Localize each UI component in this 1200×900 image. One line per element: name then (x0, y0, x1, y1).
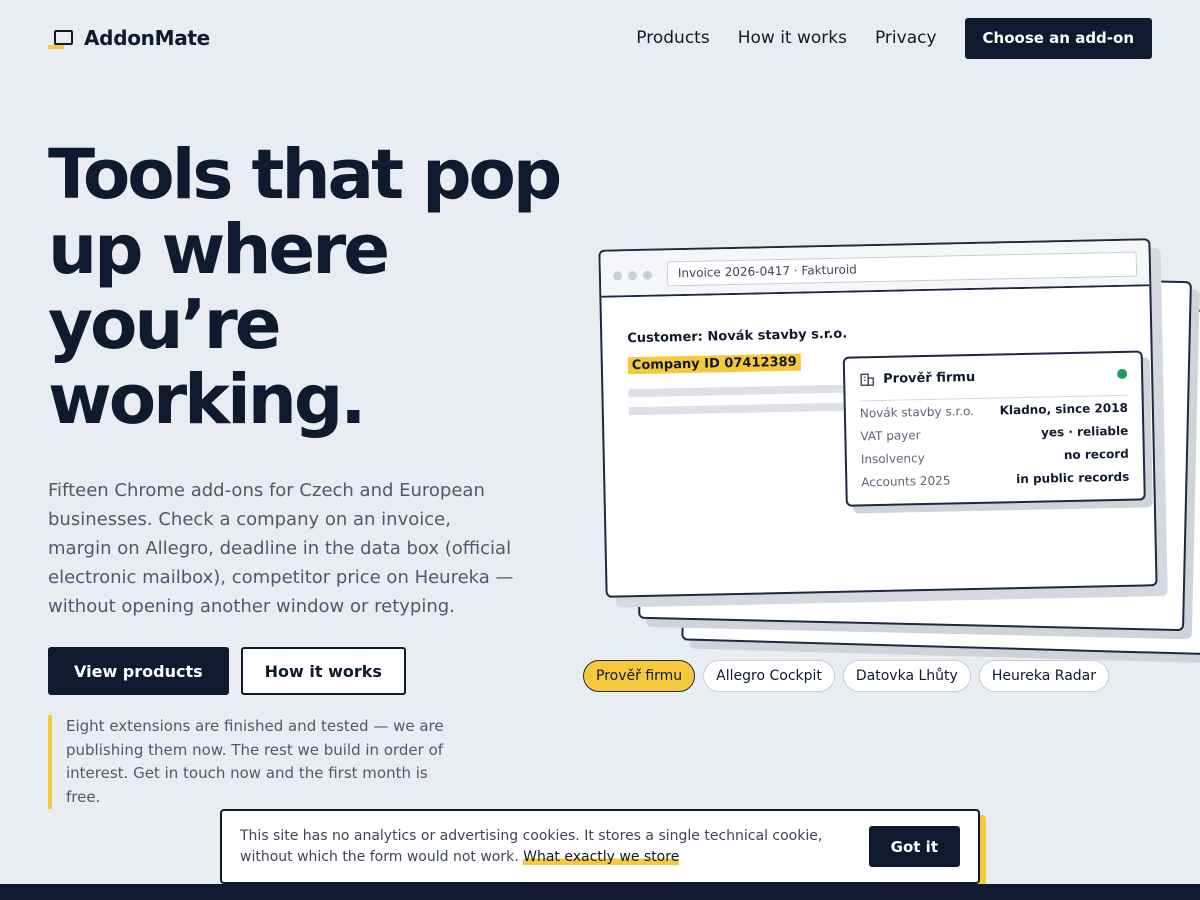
popup-row-key: VAT payer (860, 427, 921, 443)
browser-toolbar: Invoice 2026-0417 · Fakturoid (600, 240, 1150, 298)
footer-band (0, 884, 1200, 900)
chip-prover-firmu[interactable]: Prověř firmu (583, 660, 696, 692)
logo[interactable]: AddonMate (48, 26, 210, 50)
popup-row-value: Kladno, since 2018 (999, 400, 1128, 417)
popup-title: Prověř firmu (883, 369, 976, 387)
building-icon (860, 373, 875, 387)
invoice-customer: Customer: Novák stavby s.r.o. (627, 326, 848, 347)
hero-description: Fifteen Chrome add-ons for Czech and Eur… (48, 480, 514, 617)
popup-row: Accounts 2025 in public records (861, 465, 1129, 494)
browser-window-front: Invoice 2026-0417 · Fakturoid Customer: … (598, 238, 1158, 598)
nav-privacy[interactable]: Privacy (875, 18, 937, 59)
window-dot-icon (627, 271, 638, 281)
nav-products[interactable]: Products (636, 18, 709, 59)
popup-row-key: Novák stavby s.r.o. (859, 403, 975, 420)
popup-row-value: yes · reliable (1040, 423, 1129, 440)
chip-datovka-lhuty[interactable]: Datovka Lhůty (842, 660, 971, 692)
hero-title-line: you’re (48, 285, 282, 365)
window-dot-icon (612, 271, 623, 281)
status-ok-icon (1117, 368, 1128, 379)
cookie-accept-button[interactable]: Got it (868, 826, 960, 867)
cookie-banner: This site has no analytics or advertisin… (220, 809, 980, 884)
chip-allegro-cockpit[interactable]: Allegro Cockpit (703, 660, 835, 692)
how-it-works-button[interactable]: How it works (240, 647, 406, 695)
cookie-details-link[interactable]: What exactly we store (523, 849, 680, 865)
company-check-popup: Prověř firmu Novák stavby s.r.o. Kladno,… (842, 350, 1146, 507)
nav-how-it-works[interactable]: How it works (738, 18, 847, 59)
launch-note: Eight extensions are finished and tested… (48, 715, 448, 809)
view-products-button[interactable]: View products (48, 647, 229, 695)
popup-row-value: in public records (1016, 469, 1130, 486)
addon-chips: Prověř firmu Allegro Cockpit Datovka Lhů… (583, 660, 1109, 692)
choose-addon-button[interactable]: Choose an add-on (964, 18, 1152, 59)
placeholder-line (628, 384, 844, 398)
chip-heureka-radar[interactable]: Heureka Radar (978, 660, 1109, 692)
monitor-logo-icon (48, 27, 74, 49)
site-header: AddonMate Products How it works Privacy … (0, 0, 1200, 78)
hero-title-line: up where (48, 210, 390, 290)
brand-name: AddonMate (84, 26, 210, 50)
product-illustration: Invoice 2026-0417 · Fakturoid Customer: … (590, 238, 1200, 678)
address-bar: Invoice 2026-0417 · Fakturoid (666, 251, 1138, 287)
popup-row-value: no record (1063, 446, 1129, 462)
main-nav: Products How it works Privacy Choose an … (636, 18, 1152, 59)
cookie-text: This site has no analytics or advertisin… (240, 826, 850, 868)
popup-row-key: Accounts 2025 (861, 472, 951, 489)
placeholder-line (628, 402, 844, 416)
hero-buttons: View products How it works (48, 647, 406, 695)
hero-title-line: working. (48, 360, 366, 440)
hero-title-line: Tools that pop (48, 135, 562, 215)
window-dot-icon (642, 270, 653, 280)
popup-row-key: Insolvency (860, 450, 925, 466)
hero-title: Tools that pop up where you’re working. (48, 138, 568, 438)
popup-header: Prověř firmu (858, 352, 1128, 402)
company-id-highlight: Company ID 07412389 (627, 353, 801, 375)
